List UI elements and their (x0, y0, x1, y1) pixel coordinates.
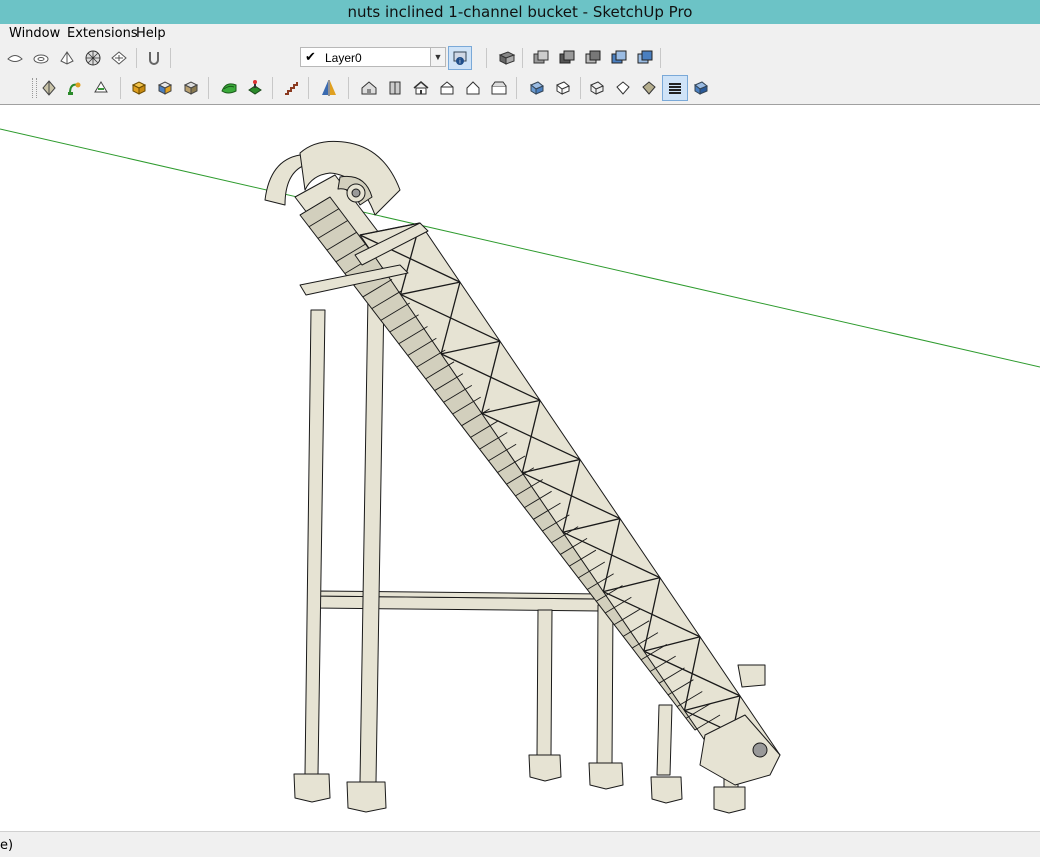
share-icon[interactable] (90, 77, 112, 99)
menu-bar: Window Extensions Help (0, 24, 1040, 44)
mirror-icon[interactable] (318, 77, 340, 99)
view-back-icon[interactable] (634, 47, 656, 69)
window-title: nuts inclined 1-channel bucket - SketchU… (0, 0, 1040, 24)
view-right-icon[interactable] (608, 47, 630, 69)
shaded-textures-icon[interactable] (662, 75, 688, 101)
layer-manager-icon[interactable]: i (448, 46, 472, 70)
house-iso-icon[interactable] (358, 77, 380, 99)
chevron-down-icon[interactable]: ▼ (430, 48, 445, 66)
house-side-icon[interactable] (384, 77, 406, 99)
monochrome-icon[interactable] (690, 77, 712, 99)
solid-union-icon[interactable] (128, 77, 150, 99)
solid-subtract-icon[interactable] (154, 77, 176, 99)
menu-window[interactable]: Window (9, 26, 60, 41)
status-text: e) (0, 838, 14, 853)
shadow-icon[interactable] (38, 77, 60, 99)
xray-icon[interactable] (526, 77, 548, 99)
flip-edge-icon[interactable] (108, 47, 130, 69)
view-top-icon[interactable] (556, 47, 578, 69)
conveyor-model-geometry (264, 140, 781, 814)
view-front-icon[interactable] (582, 47, 604, 69)
stairs-icon[interactable] (280, 77, 302, 99)
menu-extensions[interactable]: Extensions (67, 26, 138, 41)
shaded-icon[interactable] (638, 77, 660, 99)
smoove-icon[interactable] (4, 47, 26, 69)
house-left-icon[interactable] (488, 77, 510, 99)
layer-visible-check-icon: ✔ (305, 49, 316, 64)
location-icon[interactable] (244, 77, 266, 99)
hidden-line-icon[interactable] (612, 77, 634, 99)
terrain-icon[interactable] (218, 77, 240, 99)
view-iso-icon[interactable] (530, 47, 552, 69)
wireframe-icon[interactable] (586, 77, 608, 99)
toolbar-row-2 (0, 72, 1040, 105)
stamp-icon[interactable] (30, 47, 52, 69)
section-plane-icon[interactable] (496, 47, 518, 69)
model-viewport[interactable] (0, 105, 1040, 831)
toolbar-row-1: ✔ Layer0 ▼ i (0, 44, 1040, 72)
layer-name: Layer0 (325, 51, 362, 65)
house-right-icon[interactable] (436, 77, 458, 99)
add-detail-icon[interactable] (82, 47, 104, 69)
back-edges-icon[interactable] (552, 77, 574, 99)
layer-dropdown[interactable]: ✔ Layer0 ▼ (300, 47, 446, 67)
bucket-conveyor-model (0, 128, 1040, 814)
menu-help[interactable]: Help (136, 26, 166, 41)
magnet-icon[interactable] (143, 47, 165, 69)
warehouse-icon[interactable] (64, 77, 86, 99)
status-bar: e) (0, 831, 1040, 857)
house-front-icon[interactable] (410, 77, 432, 99)
house-back-icon[interactable] (462, 77, 484, 99)
drape-icon[interactable] (56, 47, 78, 69)
green-axis-line (0, 128, 1040, 368)
solid-trim-icon[interactable] (180, 77, 202, 99)
